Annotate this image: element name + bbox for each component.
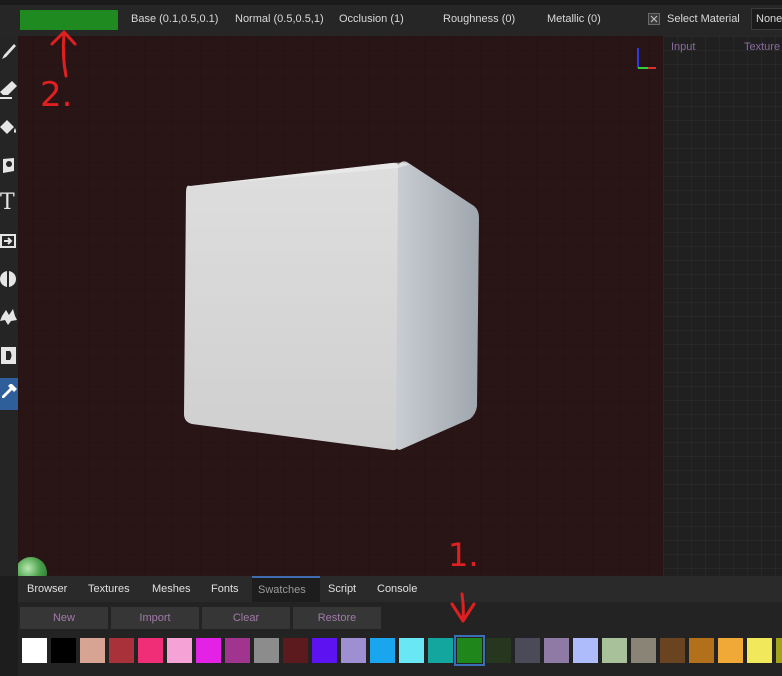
clone-icon bbox=[0, 234, 16, 248]
color-swatch[interactable] bbox=[22, 638, 47, 663]
left-tool-bar: T bbox=[0, 36, 18, 576]
color-swatch[interactable] bbox=[51, 638, 76, 663]
cube-mesh[interactable] bbox=[18, 36, 663, 576]
tool-blur[interactable] bbox=[0, 264, 18, 296]
select-material-checkbox[interactable] bbox=[648, 13, 660, 25]
bake-icon bbox=[1, 347, 16, 364]
tab-swatches[interactable]: Swatches bbox=[252, 576, 320, 602]
tab-script[interactable]: Script bbox=[322, 576, 362, 602]
color-swatch[interactable] bbox=[370, 638, 395, 663]
color-swatch[interactable] bbox=[718, 638, 743, 663]
color-swatch[interactable] bbox=[631, 638, 656, 663]
color-swatch[interactable] bbox=[80, 638, 105, 663]
tool-smudge[interactable] bbox=[0, 302, 18, 334]
tool-fill[interactable] bbox=[0, 112, 18, 144]
tool-picker[interactable] bbox=[0, 378, 18, 410]
tab-meshes[interactable]: Meshes bbox=[146, 576, 197, 602]
picked-color-swatch[interactable] bbox=[20, 10, 118, 30]
tool-brush[interactable] bbox=[0, 36, 18, 68]
color-swatch[interactable] bbox=[225, 638, 250, 663]
color-swatch[interactable] bbox=[138, 638, 163, 663]
x-icon bbox=[650, 15, 658, 23]
base-channel-button[interactable]: Base (0.1,0.5,0.1) bbox=[131, 13, 218, 25]
toolbar-top-strip bbox=[0, 0, 782, 5]
picker-icon bbox=[2, 384, 17, 398]
color-swatch[interactable] bbox=[454, 635, 485, 666]
tool-text[interactable]: T bbox=[0, 188, 18, 220]
node-input-label: Input bbox=[671, 41, 696, 53]
fill-icon bbox=[0, 120, 16, 134]
clear-swatches-button[interactable]: Clear bbox=[202, 607, 290, 629]
tool-clone[interactable] bbox=[0, 226, 18, 258]
color-swatch[interactable] bbox=[254, 638, 279, 663]
node-texture-label: Texture bbox=[744, 41, 781, 53]
new-swatch-button[interactable]: New bbox=[20, 607, 108, 629]
bottom-panel: Browser Textures Meshes Fonts Swatches S… bbox=[18, 576, 782, 676]
color-swatch[interactable] bbox=[196, 638, 221, 663]
restore-swatches-button[interactable]: Restore bbox=[293, 607, 381, 629]
color-swatch[interactable] bbox=[747, 638, 772, 663]
decal-icon bbox=[3, 158, 14, 173]
roughness-channel-button[interactable]: Roughness (0) bbox=[443, 13, 515, 25]
eraser-icon bbox=[0, 81, 17, 99]
color-swatch[interactable] bbox=[515, 638, 540, 663]
import-swatches-button[interactable]: Import bbox=[111, 607, 199, 629]
tab-browser[interactable]: Browser bbox=[21, 576, 73, 602]
tab-fonts[interactable]: Fonts bbox=[205, 576, 245, 602]
swatch-list bbox=[18, 635, 782, 670]
occlusion-channel-button[interactable]: Occlusion (1) bbox=[339, 13, 404, 25]
blur-icon bbox=[0, 271, 16, 287]
color-swatch[interactable] bbox=[544, 638, 569, 663]
3d-viewport[interactable] bbox=[18, 36, 663, 576]
color-swatch[interactable] bbox=[602, 638, 627, 663]
color-swatch[interactable] bbox=[283, 638, 308, 663]
color-swatch[interactable] bbox=[486, 638, 511, 663]
color-swatch[interactable] bbox=[776, 638, 782, 663]
metallic-channel-button[interactable]: Metallic (0) bbox=[547, 13, 601, 25]
select-material-label: Select Material bbox=[667, 13, 740, 25]
color-swatch[interactable] bbox=[167, 638, 192, 663]
bottom-tab-bar: Browser Textures Meshes Fonts Swatches S… bbox=[18, 576, 782, 602]
color-swatch[interactable] bbox=[689, 638, 714, 663]
node-panel[interactable]: Input Texture bbox=[663, 36, 782, 576]
color-swatch[interactable] bbox=[428, 638, 453, 663]
color-swatch[interactable] bbox=[109, 638, 134, 663]
color-swatch[interactable] bbox=[341, 638, 366, 663]
tool-bake[interactable] bbox=[0, 340, 18, 372]
color-swatch[interactable] bbox=[399, 638, 424, 663]
text-icon: T bbox=[0, 190, 15, 215]
normal-channel-button[interactable]: Normal (0.5,0.5,1) bbox=[235, 13, 324, 25]
tool-eraser[interactable] bbox=[0, 74, 18, 106]
material-dropdown[interactable]: None bbox=[751, 8, 782, 30]
tool-decal[interactable] bbox=[0, 150, 18, 182]
color-swatch[interactable] bbox=[312, 638, 337, 663]
top-toolbar: Base (0.1,0.5,0.1) Normal (0.5,0.5,1) Oc… bbox=[0, 0, 782, 36]
smudge-icon bbox=[0, 309, 17, 325]
tab-textures[interactable]: Textures bbox=[82, 576, 136, 602]
color-swatch[interactable] bbox=[660, 638, 685, 663]
tab-console[interactable]: Console bbox=[371, 576, 423, 602]
color-swatch[interactable] bbox=[573, 638, 598, 663]
brush-icon bbox=[2, 44, 16, 59]
